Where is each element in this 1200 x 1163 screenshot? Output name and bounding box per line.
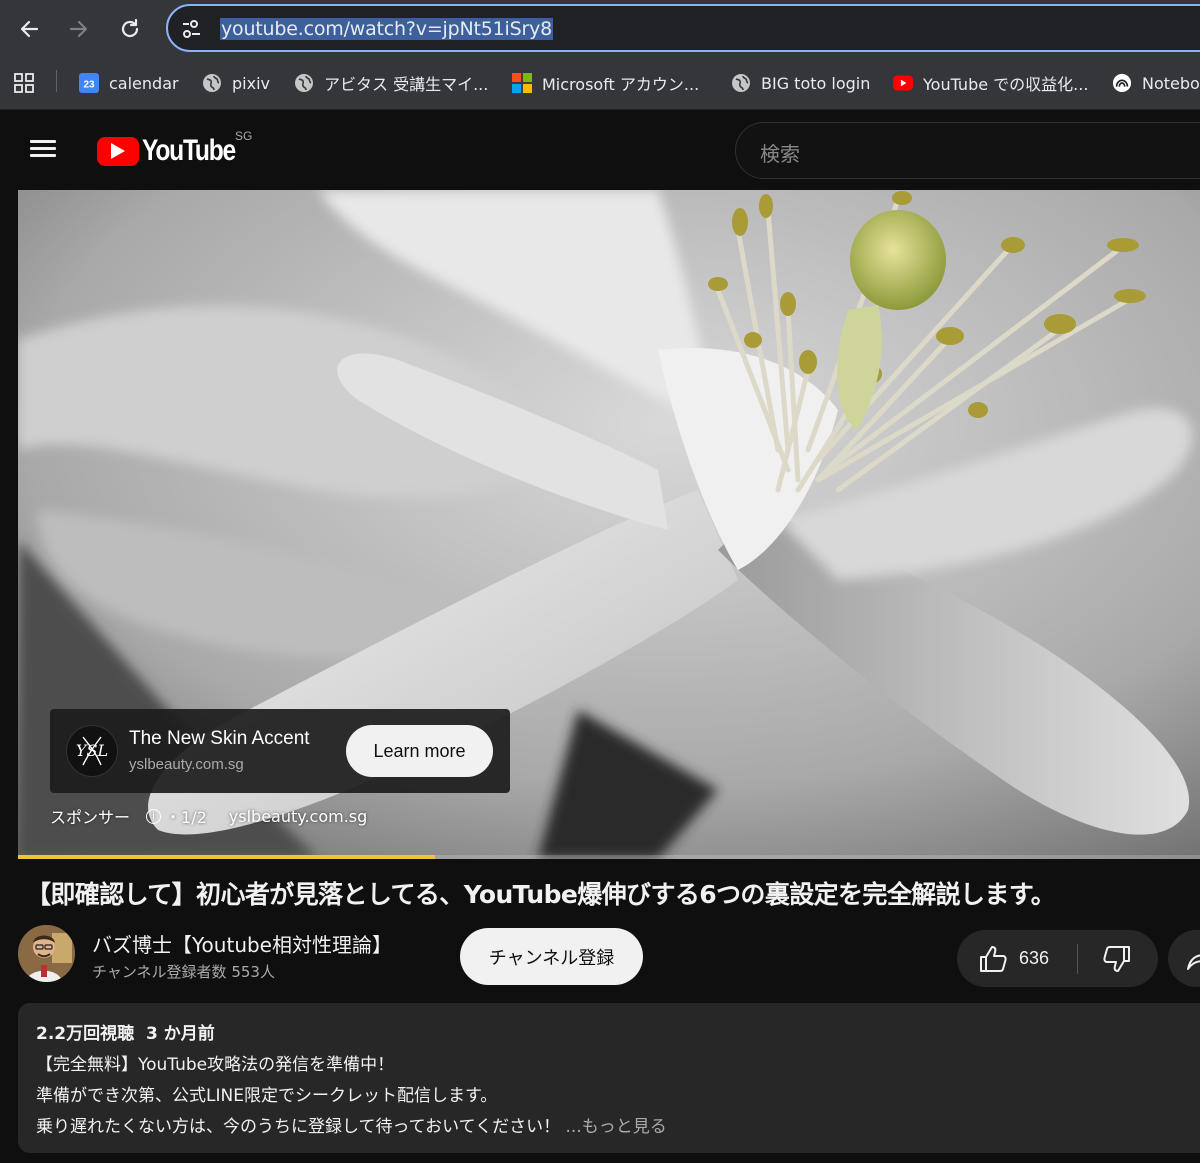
apps-grid-icon [14,73,34,93]
bookmarks-bar: 23 calendar pixiv アビタス 受講生マイ... Microsof… [0,58,1200,110]
youtube-logo[interactable]: YouTube SG [97,129,255,167]
forward-button[interactable] [64,14,94,44]
calendar-icon: 23 [79,73,99,93]
bookmark-abitus[interactable]: アビタス 受講生マイ... [294,70,488,96]
info-icon[interactable]: i [146,808,162,824]
subscribe-button[interactable]: チャンネル登録 [460,928,643,985]
reload-button[interactable] [115,14,145,44]
share-button[interactable] [1168,930,1200,987]
description-line: 乗り遅れたくない方は、今のうちに登録して待っておいてください！ ...もっと見る [36,1112,1200,1137]
progress-bar[interactable] [18,855,1200,859]
ad-count: ・1/2 [165,808,207,827]
microsoft-icon [512,73,532,93]
like-count: 636 [1019,948,1050,968]
search-input[interactable]: 検索 [735,122,1200,179]
share-icon [1187,954,1200,970]
back-button[interactable] [14,14,44,44]
bookmark-divider [56,70,57,92]
bookmark-calendar[interactable]: 23 calendar [79,70,179,96]
bookmark-bigtoto[interactable]: BIG toto login [731,70,870,96]
search-placeholder: 検索 [760,142,800,166]
apps-button[interactable] [14,70,34,96]
youtube-play-icon [97,136,139,166]
ad-title[interactable]: The New Skin Accent [129,728,310,750]
description-line: 準備ができ次第、公式LINE限定でシークレット配信します。 [36,1086,498,1106]
learn-more-button[interactable]: Learn more [346,725,493,777]
ysl-logo-icon: YSL [66,725,118,777]
view-stats: 2.2万回視聴 3 か月前 [36,1019,1200,1044]
ad-meta-domain[interactable]: yslbeauty.com.sg [229,807,368,826]
video-player[interactable]: YSL The New Skin Accent yslbeauty.com.sg… [18,190,1200,859]
globe-icon [202,73,222,93]
like-button[interactable]: 636 [977,930,1049,987]
globe-icon [731,73,751,93]
bookmark-youtube-monetization[interactable]: YouTube での収益化... [893,70,1088,96]
progress-fill [18,855,436,859]
youtube-page: YouTube SG 検索 YSL The New Skin Accent ys… [0,111,1200,1163]
url-text[interactable]: youtube.com/watch?v=jpNt51iSry8 [220,18,554,40]
guide-menu-button[interactable] [30,136,64,164]
notebook-icon [1112,73,1132,93]
avatar-image [18,925,75,982]
description-line-text: 乗り遅れたくない方は、今のうちに登録して待っておいてください！ [36,1117,561,1137]
svg-text:23: 23 [83,80,95,91]
channel-name[interactable]: バズ博士【Youtube相対性理論】 [92,929,392,958]
address-bar[interactable]: youtube.com/watch?v=jpNt51iSry8 [166,4,1200,52]
channel-avatar[interactable] [18,925,75,982]
reload-icon [121,18,139,38]
bookmark-microsoft[interactable]: Microsoft アカウン... [512,70,699,96]
logo-wordmark: YouTube [142,134,236,167]
description-line: 【完全無料】YouTube攻略法の発信を準備中！ [36,1055,395,1075]
masthead: YouTube SG 検索 [0,111,1200,189]
description-box[interactable]: 2.2万回視聴 3 か月前 【完全無料】YouTube攻略法の発信を準備中！ 準… [18,1003,1200,1153]
like-dislike-group: 636 [957,930,1158,987]
like-divider [1077,944,1078,974]
hamburger-icon [30,140,56,143]
thumbs-down-icon [1103,946,1130,972]
bookmark-pixiv[interactable]: pixiv [202,70,270,96]
ad-card[interactable]: YSL The New Skin Accent yslbeauty.com.sg… [50,709,510,793]
bookmark-notebook[interactable]: Notebo [1112,70,1200,96]
region-code: SG [235,129,253,143]
globe-icon [294,73,314,93]
ad-domain: yslbeauty.com.sg [129,756,244,773]
dislike-button[interactable] [1101,943,1133,975]
sponsor-label: スポンサー [50,808,131,827]
thumbs-up-icon [980,945,1007,972]
ad-info-bar: スポンサー i ・1/2 yslbeauty.com.sg [50,804,367,828]
arrow-left-icon [20,20,39,38]
browser-toolbar: youtube.com/watch?v=jpNt51iSry8 [0,0,1200,58]
view-count: 2.2万回視聴 [36,1024,135,1044]
video-title: 【即確認して】初心者が見落としてる、YouTube爆伸びする6つの裏設定を完全解… [26,880,1056,909]
show-more-link[interactable]: ...もっと見る [566,1117,667,1137]
arrow-right-icon [69,20,88,38]
upload-age: 3 か月前 [145,1024,215,1044]
youtube-icon [893,73,913,93]
subscriber-count: チャンネル登録者数 553人 [92,963,275,981]
site-settings-icon[interactable] [180,18,204,40]
